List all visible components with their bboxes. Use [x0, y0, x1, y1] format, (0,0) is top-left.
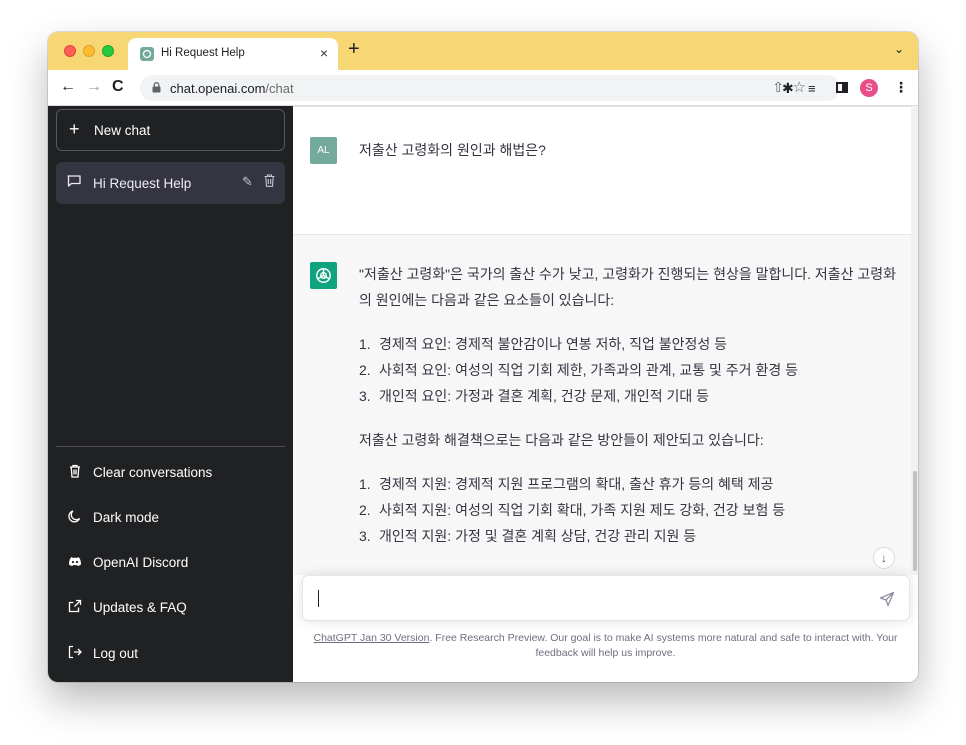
- minimize-window-button[interactable]: [83, 45, 95, 57]
- list-item: 2. 사회적 지원: 여성의 직업 기회 확대, 가족 지원 제도 강화, 건강 …: [359, 497, 899, 523]
- list-item: 1. 경제적 요인: 경제적 불안감이나 연봉 저하, 직업 불안정성 등: [359, 331, 899, 357]
- clear-conversations-label: Clear conversations: [93, 465, 213, 480]
- side-panel-icon[interactable]: [836, 82, 848, 93]
- profile-avatar[interactable]: S: [860, 79, 878, 97]
- logout-icon: [68, 645, 82, 659]
- causes-list: 1. 경제적 요인: 경제적 불안감이나 연봉 저하, 직업 불안정성 등 2. 사…: [359, 331, 899, 409]
- log-out-button[interactable]: Log out: [56, 633, 285, 673]
- maximize-window-button[interactable]: [102, 45, 114, 57]
- list-number: 2.: [359, 502, 371, 518]
- extensions-puzzle-icon[interactable]: ✱: [782, 80, 794, 97]
- scrollbar-thumb[interactable]: [913, 471, 917, 571]
- url-path: /chat: [265, 81, 294, 96]
- bookmark-star-icon[interactable]: ☆: [793, 78, 806, 96]
- list-item: 2. 사회적 요인: 여성의 직업 기회 제한, 가족과의 관계, 교통 및 주거…: [359, 357, 899, 383]
- clear-conversations-button[interactable]: Clear conversations: [56, 452, 285, 492]
- browser-window: Hi Request Help × + ⌄ ← → C chat.openai.…: [48, 32, 918, 682]
- list-number: 3.: [359, 388, 371, 404]
- list-number: 1.: [359, 476, 371, 492]
- tab-close-icon[interactable]: ×: [320, 45, 328, 61]
- user-avatar: AL: [310, 137, 337, 164]
- list-text: 개인적 요인: 가정과 결혼 계획, 건강 문제, 개인적 기대 등: [379, 388, 710, 404]
- send-icon[interactable]: [879, 591, 895, 607]
- plus-icon: +: [69, 119, 80, 139]
- list-number: 2.: [359, 362, 371, 378]
- lock-icon: [152, 82, 161, 93]
- openai-discord-label: OpenAI Discord: [93, 555, 189, 570]
- openai-logo-icon: [310, 262, 337, 289]
- list-item: 3. 개인적 지원: 가정 및 결혼 계획 상담, 건강 관리 지원 등: [359, 523, 899, 549]
- solutions-intro: 저출산 고령화 해결책으로는 다음과 같은 방안들이 제안되고 있습니다:: [359, 432, 764, 448]
- conversation-item[interactable]: Hi Request Help ✎: [56, 162, 285, 204]
- chatgpt-app: + New chat Hi Request Help ✎ Clear conve…: [48, 106, 918, 682]
- updates-faq-label: Updates & FAQ: [93, 600, 187, 615]
- new-chat-label: New chat: [94, 123, 151, 138]
- browser-tab[interactable]: Hi Request Help ×: [128, 38, 338, 70]
- sidebar-divider: [56, 446, 285, 447]
- external-link-icon: [68, 599, 82, 613]
- tab-title: Hi Request Help: [161, 47, 245, 59]
- assistant-intro: "저출산 고령화"은 국가의 출산 수가 낮고, 고령화가 진행되는 현상을 말…: [359, 266, 897, 308]
- list-text: 경제적 요인: 경제적 불안감이나 연봉 저하, 직업 불안정성 등: [379, 336, 728, 352]
- assistant-message-body: "저출산 고령화"은 국가의 출산 수가 낮고, 고령화가 진행되는 현상을 말…: [359, 261, 899, 567]
- list-text: 경제적 지원: 경제적 지원 프로그램의 확대, 출산 휴가 등의 혜택 제공: [379, 476, 774, 492]
- url-field[interactable]: chat.openai.com/chat ⇧ ☆: [140, 75, 840, 101]
- trash-icon: [70, 464, 80, 478]
- browser-menu-icon[interactable]: ⋮: [894, 79, 908, 96]
- assistant-message-row: "저출산 고령화"은 국가의 출산 수가 낮고, 고령화가 진행되는 현상을 말…: [293, 235, 911, 575]
- updates-faq-link[interactable]: Updates & FAQ: [56, 587, 285, 627]
- footer-disclaimer: ChatGPT Jan 30 Version. Free Research Pr…: [313, 631, 898, 661]
- footer-text: . Free Research Preview. Our goal is to …: [429, 632, 898, 659]
- sidebar: + New chat Hi Request Help ✎ Clear conve…: [48, 106, 293, 682]
- close-window-button[interactable]: [64, 45, 76, 57]
- reload-icon[interactable]: C: [112, 78, 124, 96]
- edit-pencil-icon[interactable]: ✎: [242, 174, 253, 190]
- text-caret: [318, 590, 319, 607]
- version-link[interactable]: ChatGPT Jan 30 Version: [313, 632, 429, 644]
- tab-search-icon[interactable]: ⌄: [894, 42, 904, 56]
- list-item: 3. 개인적 요인: 가정과 결혼 계획, 건강 문제, 개인적 기대 등: [359, 383, 899, 409]
- dark-mode-label: Dark mode: [93, 510, 160, 525]
- composer-area: ChatGPT Jan 30 Version. Free Research Pr…: [293, 575, 918, 682]
- new-chat-button[interactable]: + New chat: [56, 109, 285, 151]
- list-number: 1.: [359, 336, 371, 352]
- chat-main: AL 저출산 고령화의 원인과 해법은? "저출산 고령화"은 국가의 출산 수…: [293, 106, 918, 682]
- scroll-down-arrow-icon[interactable]: ↓: [873, 547, 895, 569]
- user-message-text: 저출산 고령화의 원인과 해법은?: [359, 142, 546, 158]
- discord-icon: [69, 557, 81, 566]
- dark-mode-button[interactable]: Dark mode: [56, 497, 285, 537]
- moon-icon: [68, 510, 81, 523]
- url-host: chat.openai.com: [170, 81, 266, 96]
- log-out-label: Log out: [93, 646, 139, 661]
- new-tab-button[interactable]: +: [348, 38, 360, 61]
- list-item: 1. 경제적 지원: 경제적 지원 프로그램의 확대, 출산 휴가 등의 혜택 제…: [359, 471, 899, 497]
- openai-favicon-icon: [140, 47, 154, 61]
- delete-trash-icon[interactable]: [264, 174, 275, 187]
- list-text: 사회적 지원: 여성의 직업 기회 확대, 가족 지원 제도 강화, 건강 보험…: [379, 502, 786, 518]
- message-input[interactable]: [302, 575, 910, 621]
- user-message-row: AL 저출산 고령화의 원인과 해법은?: [293, 106, 911, 235]
- url-text: chat.openai.com/chat: [170, 81, 294, 96]
- back-arrow-icon[interactable]: ←: [60, 78, 76, 96]
- solutions-list: 1. 경제적 지원: 경제적 지원 프로그램의 확대, 출산 휴가 등의 혜택 제…: [359, 471, 899, 549]
- media-control-icon[interactable]: ≡: [808, 81, 816, 96]
- list-number: 3.: [359, 528, 371, 544]
- openai-discord-button[interactable]: OpenAI Discord: [56, 542, 285, 582]
- list-text: 개인적 지원: 가정 및 결혼 계획 상담, 건강 관리 지원 등: [379, 528, 697, 544]
- forward-arrow-icon[interactable]: →: [86, 78, 102, 96]
- tab-bar: Hi Request Help × + ⌄: [48, 32, 918, 70]
- list-text: 사회적 요인: 여성의 직업 기회 제한, 가족과의 관계, 교통 및 주거 환…: [379, 362, 798, 378]
- chat-bubble-icon: [67, 175, 81, 187]
- address-bar: ← → C chat.openai.com/chat ⇧ ☆ ✱ ≡ S ⋮: [48, 70, 918, 106]
- conversation-title: Hi Request Help: [93, 176, 192, 191]
